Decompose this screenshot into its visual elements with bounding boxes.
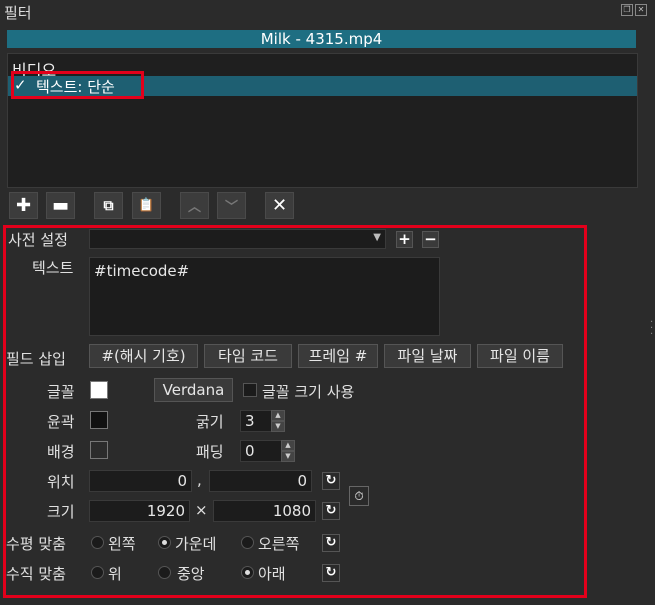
insert-frame-button[interactable]: 프레임 # [298,344,378,368]
font-color-swatch[interactable] [90,381,108,399]
float-icon[interactable]: ❐ [621,4,633,16]
valign-bottom-label: 아래 [258,565,286,583]
resize-handle[interactable]: · · · [650,318,653,340]
insert-filename-button[interactable]: 파일 이름 [477,344,563,368]
reset-icon[interactable]: ↻ [322,534,340,552]
background-color-swatch[interactable] [90,441,108,459]
position-y-input[interactable]: 0 [209,470,312,492]
deselect-button[interactable]: ✕ [265,192,294,219]
close-icon[interactable]: ✕ [635,4,647,16]
valign-label: 수직 맞춤 [6,565,66,583]
font-label: 글꼴 [47,383,75,401]
reset-icon[interactable]: ↻ [322,564,340,582]
thickness-spinner[interactable]: ▲ ▼ [271,410,285,432]
insert-field-label: 필드 삽입 [6,350,66,368]
paste-filter-button[interactable]: 📋 [132,192,161,219]
preset-label: 사전 설정 [8,231,68,249]
padding-input[interactable]: 0 [240,440,282,462]
copy-filter-button[interactable]: ⧉ [94,192,123,219]
size-height-input[interactable]: 1080 [213,500,316,522]
add-filter-button[interactable]: ✚ [9,192,38,219]
halign-right-radio[interactable] [241,536,254,549]
stopwatch-icon[interactable]: ⏱ [349,486,369,506]
text-input[interactable]: #timecode# [89,257,440,336]
insert-timecode-button[interactable]: 타임 코드 [204,344,292,368]
halign-center-radio[interactable] [158,536,171,549]
font-name-button[interactable]: Verdana [154,378,233,402]
save-preset-button[interactable]: + [396,231,413,248]
thickness-label: 굵기 [196,413,224,431]
use-font-size-label: 글꼴 크기 사용 [262,383,355,401]
highlight-box-filter [11,71,144,99]
size-width-input[interactable]: 1920 [89,500,190,522]
background-label: 배경 [47,443,75,461]
outline-label: 윤곽 [47,413,75,431]
valign-middle-label: 중앙 [177,565,205,583]
padding-label: 패딩 [196,443,224,461]
valign-top-radio[interactable] [91,566,104,579]
position-x-input[interactable]: 0 [89,470,192,492]
panel-title: 필터 [4,4,32,22]
size-label: 크기 [47,503,75,521]
file-name-bar: Milk - 4315.mp4 [7,30,636,48]
move-up-button[interactable]: ︿ [180,192,209,219]
insert-filedate-button[interactable]: 파일 날짜 [384,344,471,368]
reset-icon[interactable]: ↻ [322,472,340,490]
remove-filter-button[interactable]: ▬ [46,192,75,219]
valign-middle-radio[interactable] [158,566,171,579]
window-buttons: ❐ ✕ [621,4,647,16]
position-label: 위치 [47,473,75,491]
halign-label: 수평 맞춤 [6,535,66,553]
valign-top-label: 위 [108,565,122,583]
position-separator: , [197,471,202,489]
chevron-down-icon: ▼ [373,232,381,243]
size-separator: × [195,501,208,519]
halign-right-label: 오른쪽 [258,535,300,553]
padding-spinner[interactable]: ▲ ▼ [281,440,295,462]
halign-left-radio[interactable] [91,536,104,549]
delete-preset-button[interactable]: − [422,231,439,248]
text-label: 텍스트 [32,259,74,277]
reset-icon[interactable]: ↻ [322,502,340,520]
move-down-button[interactable]: ﹀ [217,192,246,219]
use-font-size-checkbox[interactable] [243,383,257,397]
preset-combo[interactable]: ▼ [89,229,386,249]
outline-color-swatch[interactable] [90,411,108,429]
thickness-input[interactable]: 3 [240,410,272,432]
halign-left-label: 왼쪽 [108,535,136,553]
halign-center-label: 가운데 [175,535,217,553]
insert-hash-button[interactable]: #(해시 기호) [89,344,198,368]
valign-bottom-radio[interactable] [241,566,254,579]
